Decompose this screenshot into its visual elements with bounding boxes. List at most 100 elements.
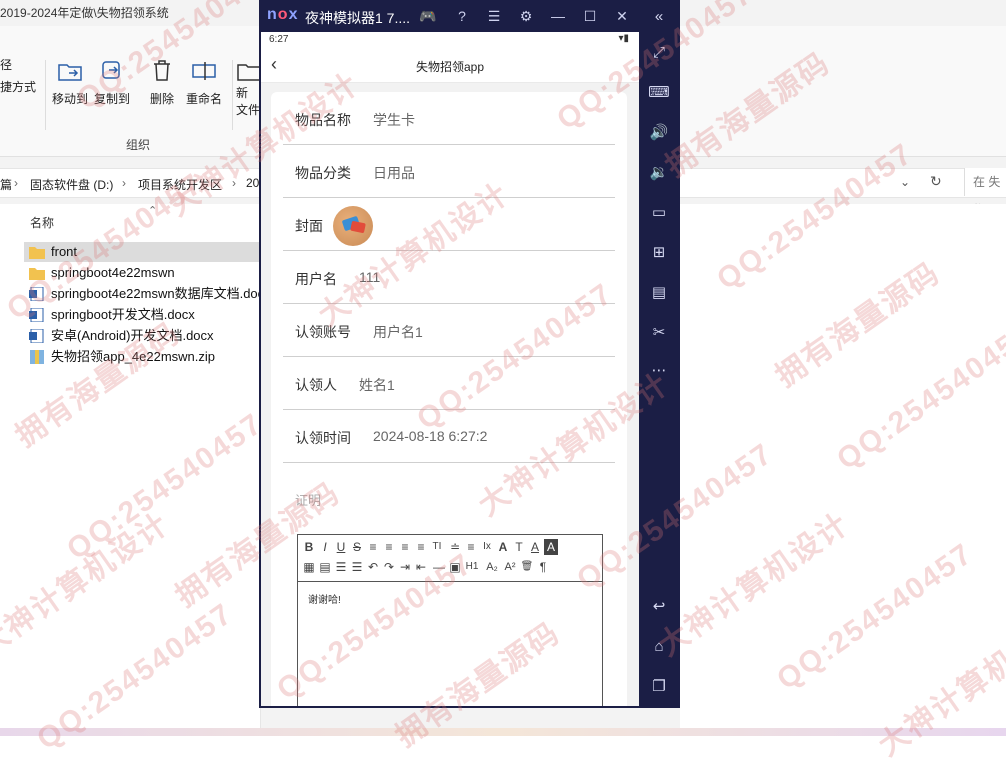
file-row[interactable]: springboot4e22mswn bbox=[24, 263, 260, 283]
bullet-list-icon[interactable]: ☰ bbox=[350, 559, 364, 575]
keyboard-icon[interactable]: ⌨ bbox=[648, 82, 670, 104]
field-value[interactable]: 姓名1 bbox=[359, 375, 395, 395]
field-value[interactable]: 日用品 bbox=[373, 163, 415, 183]
italic-icon[interactable]: I bbox=[318, 539, 332, 555]
file-row[interactable]: springboot4e22mswn数据库文档.docx bbox=[24, 284, 271, 304]
file-row[interactable]: front bbox=[24, 242, 260, 262]
redo-icon[interactable]: ↷ bbox=[382, 559, 396, 575]
ordered-list-icon[interactable]: ☰ bbox=[334, 559, 348, 575]
proof-label: 证明 bbox=[295, 493, 322, 508]
ribbon-separator bbox=[232, 60, 233, 130]
field-value[interactable]: 学生卡 bbox=[373, 110, 415, 130]
android-back-icon[interactable]: ↩ bbox=[648, 596, 670, 618]
clear-format-icon[interactable]: Ix bbox=[480, 539, 494, 555]
delete-button[interactable]: 删除 bbox=[140, 58, 184, 107]
new-button[interactable]: 新 文件 bbox=[236, 58, 260, 118]
move-to-button[interactable]: 移动到 bbox=[48, 58, 92, 107]
gamepad-icon[interactable]: 🎮 bbox=[419, 7, 437, 25]
bold-icon[interactable]: B bbox=[302, 539, 316, 555]
heading-icon[interactable]: H1 bbox=[464, 559, 480, 575]
indent-icon[interactable]: ⇥ bbox=[398, 559, 412, 575]
strikethrough-icon[interactable]: S bbox=[350, 539, 364, 555]
ribbon-separator bbox=[45, 60, 46, 130]
fullscreen-icon[interactable]: ⤢ bbox=[648, 42, 670, 64]
minimize-icon[interactable]: — bbox=[549, 7, 567, 25]
volume-down-icon[interactable]: 🔉 bbox=[648, 162, 670, 184]
field-label: 认领时间 bbox=[295, 430, 351, 446]
align-justify-icon[interactable]: ≡ bbox=[414, 539, 428, 555]
align-center-icon[interactable]: ≡ bbox=[382, 539, 396, 555]
help-icon[interactable]: ? bbox=[453, 7, 471, 25]
column-header-name[interactable]: 名称 bbox=[30, 214, 54, 231]
field-value[interactable]: 111 bbox=[359, 269, 380, 285]
copy-to-button[interactable]: 复制到 bbox=[90, 58, 134, 107]
android-home-icon[interactable]: ⌂ bbox=[648, 636, 670, 658]
delete-icon[interactable]: 🗑 bbox=[520, 559, 534, 575]
line-height-icon[interactable]: ≐ bbox=[448, 539, 462, 555]
date-icon[interactable]: ▦ bbox=[302, 559, 316, 575]
text-size-icon[interactable]: TI bbox=[430, 539, 444, 555]
subscript-icon[interactable]: A₂ bbox=[484, 559, 500, 575]
breadcrumb-item[interactable]: 篇 bbox=[0, 176, 12, 193]
breadcrumb-item[interactable]: 20 bbox=[246, 176, 259, 190]
copy-to-label: 复制到 bbox=[93, 92, 130, 106]
field-value[interactable]: 用户名1 bbox=[373, 322, 423, 342]
ribbon-group-label: 组织 bbox=[126, 138, 151, 152]
editor-content[interactable]: 谢谢哈! bbox=[308, 591, 341, 606]
horizontal-rule-icon[interactable]: — bbox=[432, 559, 446, 575]
scissors-icon[interactable]: ✂ bbox=[648, 322, 670, 344]
word-doc-icon bbox=[29, 287, 44, 301]
underline-icon[interactable]: U bbox=[334, 539, 348, 555]
search-input[interactable]: 在 失物 bbox=[964, 168, 1006, 217]
field-label: 封面 bbox=[295, 218, 323, 234]
screen-icon[interactable]: ▭ bbox=[648, 202, 670, 224]
background-color-icon[interactable]: A bbox=[544, 539, 558, 555]
superscript-icon[interactable]: A² bbox=[502, 559, 518, 575]
paragraph-icon[interactable]: ≡ bbox=[464, 539, 478, 555]
more-icon[interactable]: ⋯ bbox=[648, 360, 670, 382]
zip-archive-icon bbox=[30, 350, 44, 364]
align-left-icon[interactable]: ≡ bbox=[366, 539, 380, 555]
quote-icon[interactable]: ▤ bbox=[318, 559, 332, 575]
multi-instance-icon[interactable]: ▤ bbox=[648, 282, 670, 304]
emulator-title-bar: nox 夜神模拟器1 7.... 🎮 ? ☰ ⚙ — ☐ ✕ bbox=[259, 0, 639, 32]
chevron-right-icon: › bbox=[122, 176, 126, 190]
field-row-claim-account: 认领账号 用户名1 bbox=[283, 304, 615, 357]
font-family-icon[interactable]: T bbox=[512, 539, 526, 555]
file-row[interactable]: 失物招领app_4e22mswn.zip bbox=[24, 347, 260, 367]
close-icon[interactable]: ✕ bbox=[613, 7, 631, 25]
maximize-icon[interactable]: ☐ bbox=[581, 7, 599, 25]
file-row[interactable]: springboot开发文档.docx bbox=[24, 305, 260, 325]
file-row[interactable]: 安卓(Android)开发文档.docx bbox=[24, 326, 260, 346]
breadcrumb-item[interactable]: 固态软件盘 (D:) bbox=[30, 176, 113, 193]
field-value[interactable]: 2024-08-18 6:27:2 bbox=[373, 428, 487, 444]
sort-chevron-icon: ⌃ bbox=[148, 205, 158, 217]
cover-image[interactable] bbox=[333, 206, 373, 246]
rich-text-editor[interactable]: B I U S ≡ ≡ ≡ ≡ TI ≐ ≡ Ix A T A A ▦ ▤ ☰ … bbox=[297, 534, 603, 706]
ribbon-left-item[interactable]: 径 bbox=[0, 54, 36, 76]
settings-gear-icon[interactable]: ⚙ bbox=[517, 7, 535, 25]
outdent-icon[interactable]: ⇤ bbox=[414, 559, 428, 575]
image-icon[interactable]: ▣ bbox=[448, 559, 462, 575]
chevron-down-icon[interactable]: ⌄ bbox=[900, 175, 910, 189]
rename-button[interactable]: 重命名 bbox=[182, 58, 226, 107]
volume-up-icon[interactable]: 🔊 bbox=[648, 122, 670, 144]
ribbon-left-item[interactable]: 捷方式 bbox=[0, 76, 36, 98]
font-color-icon[interactable]: A bbox=[528, 539, 542, 555]
breadcrumb-item[interactable]: 项目系统开发区 bbox=[138, 176, 222, 193]
apk-install-icon[interactable]: ⊞ bbox=[648, 242, 670, 264]
menu-icon[interactable]: ☰ bbox=[485, 7, 503, 25]
align-right-icon[interactable]: ≡ bbox=[398, 539, 412, 555]
font-size-icon[interactable]: A bbox=[496, 539, 510, 555]
refresh-icon[interactable]: ↻ bbox=[930, 173, 942, 190]
chevron-right-icon: › bbox=[14, 176, 18, 190]
taskbar-strip bbox=[0, 728, 1006, 736]
collapse-sidebar-icon[interactable]: « bbox=[648, 6, 670, 28]
app-title: 失物招领app bbox=[415, 60, 485, 74]
field-row-cover: 封面 bbox=[283, 198, 615, 251]
file-name: springboot4e22mswn数据库文档.docx bbox=[51, 286, 271, 301]
android-recents-icon[interactable]: ❐ bbox=[648, 676, 670, 698]
undo-icon[interactable]: ↶ bbox=[366, 559, 380, 575]
delete-label: 删除 bbox=[149, 92, 174, 106]
pilcrow-icon[interactable]: ¶ bbox=[536, 559, 550, 575]
